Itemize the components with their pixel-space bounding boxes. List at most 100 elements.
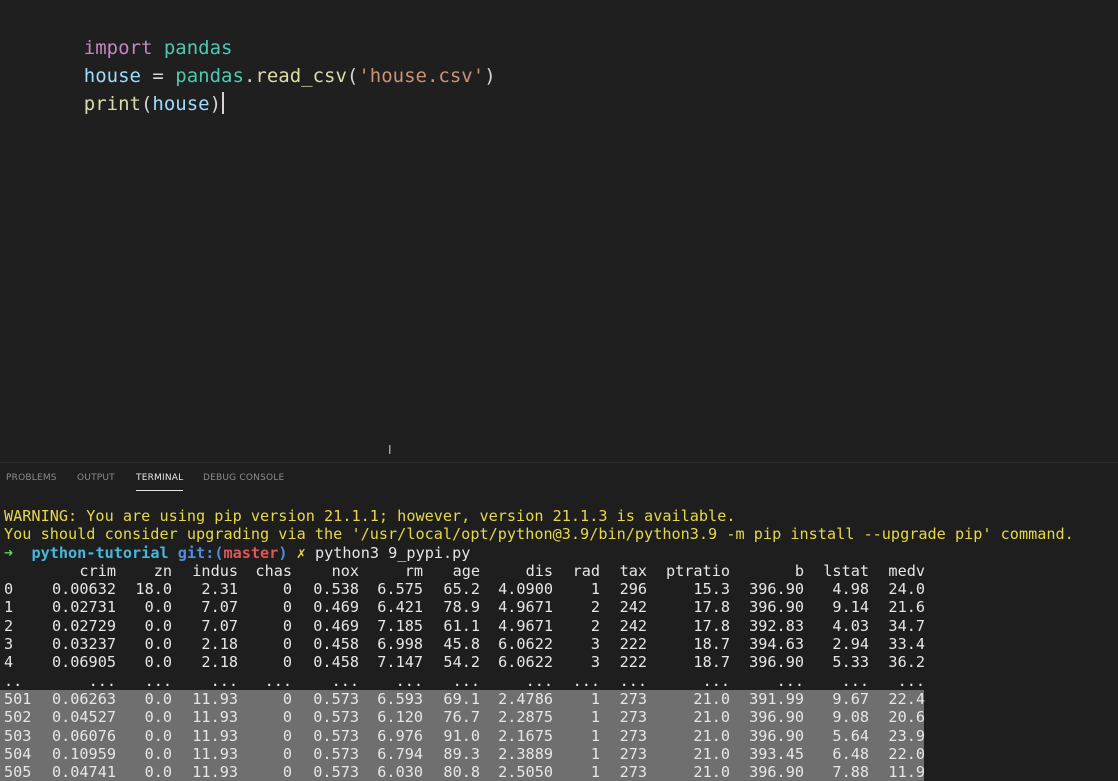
- tab-debug-console[interactable]: DEBUG CONSOLE: [203, 473, 284, 483]
- row-index: 3: [4, 635, 14, 654]
- table-cell: 0: [282, 708, 292, 727]
- table-cell: 7.07: [201, 598, 238, 617]
- table-cell: 9.08: [832, 708, 869, 727]
- prompt-branch: master: [223, 543, 279, 562]
- tab-terminal[interactable]: TERMINAL: [136, 473, 184, 491]
- column-header: indus: [192, 561, 238, 580]
- table-cell: 0: [282, 616, 292, 635]
- function-read-csv: read_csv: [255, 65, 347, 87]
- table-cell: 65.2: [443, 580, 480, 599]
- table-cell: 6.976: [377, 726, 423, 745]
- table-cell: 0.10959: [51, 744, 116, 763]
- text-cursor: [222, 92, 225, 114]
- table-cell: 0.573: [313, 744, 359, 763]
- table-cell: 0.469: [313, 616, 359, 635]
- table-row: 1 0.02731 0.0 7.07 0 0.469 6.421 78.9 4.9671 2 242…: [0, 598, 1118, 616]
- column-header: lstat: [823, 561, 869, 580]
- table-cell: 0: [282, 763, 292, 781]
- table-cell: 0.06263: [51, 689, 116, 708]
- table-cell: 4.9671: [498, 616, 553, 635]
- table-cell: ...: [144, 671, 172, 690]
- table-cell: 273: [619, 708, 647, 727]
- table-cell: 2.31: [201, 580, 238, 599]
- table-cell: 6.421: [377, 598, 423, 617]
- table-cell: 2.18: [201, 635, 238, 654]
- table-cell: 273: [619, 763, 647, 781]
- table-cell: 1: [590, 689, 600, 708]
- table-cell: 1: [590, 726, 600, 745]
- row-index: 504: [4, 744, 32, 763]
- close-paren: ): [484, 65, 496, 87]
- table-row: 503 0.06076 0.0 11.93 0 0.573 6.976 91.0 2.1675 1…: [0, 726, 1118, 746]
- panel-tab-bar: PROBLEMS OUTPUT TERMINAL DEBUG CONSOLE: [0, 463, 1118, 493]
- table-cell: 393.45: [749, 744, 804, 763]
- code-editor[interactable]: import pandas house = pandas.read_csv('h…: [0, 0, 1118, 462]
- table-cell: 4.0900: [498, 580, 553, 599]
- row-index: ..: [4, 671, 23, 690]
- table-cell: 0.458: [313, 653, 359, 672]
- table-cell: 0.0: [144, 616, 172, 635]
- table-cell: 11.9: [888, 763, 925, 781]
- dirty-mark-icon: ✗: [296, 543, 306, 562]
- table-cell: 80.8: [443, 763, 480, 781]
- table-row: 502 0.04527 0.0 11.93 0 0.573 6.120 76.7 2.2875 1…: [0, 708, 1118, 727]
- table-cell: 0.0: [144, 653, 172, 672]
- table-cell: 2.18: [201, 653, 238, 672]
- code-line-3[interactable]: print(house): [38, 62, 225, 146]
- table-cell: 7.88: [832, 763, 869, 781]
- table-cell: 76.7: [443, 708, 480, 727]
- column-header: ptratio: [665, 561, 730, 580]
- table-cell: 7.147: [377, 653, 423, 672]
- table-cell: 21.0: [693, 726, 730, 745]
- table-cell: 0.06905: [51, 653, 116, 672]
- table-cell: 4.98: [832, 580, 869, 599]
- table-cell: 21.0: [693, 744, 730, 763]
- variable-house: house: [152, 93, 210, 115]
- table-cell: 54.2: [443, 653, 480, 672]
- table-cell: 6.575: [377, 580, 423, 599]
- table-cell: 0.04527: [51, 708, 116, 727]
- table-cell: 396.90: [749, 708, 804, 727]
- table-cell: 11.93: [192, 744, 238, 763]
- table-cell: 0.458: [313, 635, 359, 654]
- prompt-directory: python-tutorial: [31, 543, 169, 562]
- column-header: rm: [404, 561, 423, 580]
- table-cell: ...: [210, 671, 238, 690]
- table-cell: 273: [619, 744, 647, 763]
- table-cell: ...: [619, 671, 647, 690]
- table-cell: 0.573: [313, 763, 359, 781]
- table-cell: ...: [897, 671, 925, 690]
- tab-output[interactable]: OUTPUT: [77, 473, 115, 483]
- tab-problems[interactable]: PROBLEMS: [6, 473, 57, 483]
- shell-command: python3 9_pypi.py: [314, 543, 471, 562]
- dataframe-output: crim zn indus chas nox rm age dis rad tax ptratio b…: [0, 562, 1118, 781]
- table-cell: 6.0622: [498, 635, 553, 654]
- table-cell: 11.93: [192, 708, 238, 727]
- table-cell: 89.3: [443, 744, 480, 763]
- table-cell: 0: [282, 653, 292, 672]
- shell-prompt: ➜ python-tutorial git:(master) ✗ python3…: [0, 544, 1118, 562]
- table-cell: 5.64: [832, 726, 869, 745]
- table-cell: 0.573: [313, 726, 359, 745]
- table-cell: 222: [619, 635, 647, 654]
- table-cell: 0.0: [144, 598, 172, 617]
- table-cell: 21.6: [888, 598, 925, 617]
- table-cell: 18.0: [135, 580, 172, 599]
- table-row: 501 0.06263 0.0 11.93 0 0.573 6.593 69.1 2.4786 1…: [0, 689, 1118, 709]
- table-cell: 396.90: [749, 598, 804, 617]
- table-cell: 6.120: [377, 708, 423, 727]
- table-cell: 396.90: [749, 580, 804, 599]
- open-paren: (: [140, 93, 153, 115]
- table-cell: 396.90: [749, 653, 804, 672]
- terminal-output[interactable]: WARNING: You are using pip version 21.1.…: [0, 507, 1118, 781]
- table-cell: 17.8: [693, 598, 730, 617]
- table-cell: 69.1: [443, 689, 480, 708]
- table-cell: 21.0: [693, 763, 730, 781]
- table-cell: 4.9671: [498, 598, 553, 617]
- table-row: 3 0.03237 0.0 2.18 0 0.458 6.998 45.8 6.0622 3 222…: [0, 635, 1118, 653]
- table-cell: 0.04741: [51, 763, 116, 781]
- table-cell: 396.90: [749, 726, 804, 745]
- table-cell: 34.7: [888, 616, 925, 635]
- pip-upgrade-line: You should consider upgrading via the '/…: [4, 525, 1074, 544]
- prompt-git-label: git:(: [177, 543, 224, 562]
